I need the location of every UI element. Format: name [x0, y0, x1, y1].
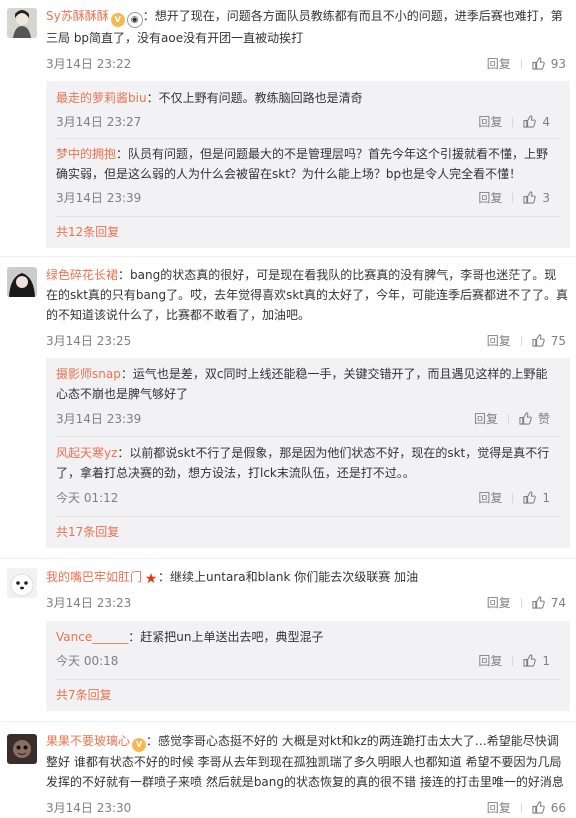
reply-username[interactable]: Vance______ — [56, 630, 128, 644]
comment-meta: 3月14日 23:22 回复 93 — [46, 54, 576, 74]
like-button[interactable]: 1 — [523, 491, 550, 505]
like-button[interactable]: 66 — [532, 801, 566, 815]
comment-meta: 3月14日 23:25 回复 75 — [46, 331, 576, 351]
like-button[interactable]: 1 — [523, 654, 550, 668]
avatar[interactable] — [7, 267, 37, 297]
comment-text: 想开了现在，问题各方面队员教练都有而且不小的问题，进季后赛也难打，第三局 bp简… — [46, 9, 563, 45]
reply-text: 不仅上野有问题。教练脑回路也是清奇 — [158, 91, 363, 105]
reply-username[interactable]: 梦中的拥抱 — [56, 147, 116, 161]
comment-time: 3月14日 23:22 — [46, 57, 132, 71]
reply-button[interactable]: 回复 — [478, 115, 502, 129]
vip-badge-icon: V — [132, 738, 147, 752]
reply-button[interactable]: 回复 — [478, 491, 502, 505]
comment-time: 3月14日 23:25 — [46, 334, 132, 348]
more-replies-link[interactable]: 共12条回复 — [56, 217, 560, 248]
reply-time: 今天 00:18 — [56, 654, 119, 668]
like-button[interactable]: 赞 — [519, 412, 550, 426]
like-button[interactable]: 75 — [532, 334, 566, 348]
reply-text: 赶紧把un上单送出去吧，典型混子 — [140, 630, 324, 644]
reply-time: 3月14日 23:39 — [56, 412, 142, 426]
thumbs-up-icon — [532, 57, 545, 70]
like-button[interactable]: 4 — [523, 115, 550, 129]
reply-item: 梦中的拥抱：队员有问题，但是问题最大的不是管理层吗？首先今年这个引援就看不懂，上… — [56, 139, 560, 217]
thumbs-up-icon — [519, 412, 532, 425]
star-badge-icon: ★ — [144, 571, 158, 587]
reply-item: 最走的萝莉酱biu：不仅上野有问题。教练脑回路也是清奇 3月14日 23:27 … — [56, 81, 560, 139]
like-count: 66 — [550, 801, 566, 815]
comment-text-block: Sy苏酥酥酥 V ◉ ：想开了现在，问题各方面队员教练都有而且不小的问题，进季后赛也难… — [46, 9, 563, 45]
reply-item: 摄影师snap：运气也是差，双c同时上线还能稳一手，关键交错开了，而且遇见这样的… — [56, 358, 560, 437]
comment: Sy苏酥酥酥 V ◉ ：想开了现在，问题各方面队员教练都有而且不小的问题，进季后赛也难… — [0, 0, 576, 257]
comment-username[interactable]: 绿色碎花长裙 — [46, 268, 118, 282]
like-button[interactable]: 3 — [523, 191, 550, 205]
reply-username[interactable]: 摄影师snap — [56, 367, 121, 381]
comment: 我的嘴巴牢如肛门 ★：继续上untara和blank 你们能去次级联赛 加油 3月… — [0, 559, 576, 722]
reply-item: 风起天寒yz：以前都说skt不行了是假象，那是因为他们状态不好，现在的skt，觉… — [56, 437, 560, 517]
like-button[interactable]: 74 — [532, 596, 566, 610]
thumbs-up-icon — [532, 801, 545, 814]
comment-time: 3月14日 23:30 — [46, 801, 132, 815]
reply-list: 最走的萝莉酱biu：不仅上野有问题。教练脑回路也是清奇 3月14日 23:27 … — [46, 81, 570, 248]
thumbs-up-icon — [523, 115, 537, 128]
avatar[interactable] — [7, 568, 37, 598]
avatar[interactable] — [7, 8, 37, 38]
like-count: 93 — [550, 57, 566, 71]
like-count: 1 — [542, 491, 550, 505]
reply-text: 队员有问题，但是问题最大的不是管理层吗？首先今年这个引援就看不懂，上野确实弱，但… — [56, 147, 549, 181]
reply-button[interactable]: 回复 — [487, 596, 511, 610]
reply-text: 以前都说skt不行了是假象，那是因为他们状态不好，现在的skt，觉得是真不行了，… — [56, 446, 550, 480]
reply-button[interactable]: 回复 — [487, 801, 511, 815]
reply-button[interactable]: 回复 — [487, 334, 511, 348]
comment-meta: 3月14日 23:23 回复 74 — [46, 593, 576, 613]
thumbs-up-icon — [523, 191, 537, 204]
comment: 果果不要玻璃心 V ：感觉李哥心态挺不好的 大概是对kt和kz的两连跪打击太大了…希… — [0, 722, 576, 818]
thumbs-up-icon — [523, 654, 537, 667]
comment-text: 继续上untara和blank 你们能去次级联赛 加油 — [170, 570, 419, 584]
avatar[interactable] — [7, 734, 37, 764]
reply-button[interactable]: 回复 — [478, 191, 502, 205]
reply-button[interactable]: 回复 — [474, 412, 498, 426]
reply-time: 3月14日 23:27 — [56, 115, 142, 129]
like-button[interactable]: 93 — [532, 57, 566, 71]
reply-item: Vance______：赶紧把un上单送出去吧，典型混子 今天 00:18 回复… — [56, 621, 560, 680]
like-count: 74 — [550, 596, 566, 610]
more-replies-link[interactable]: 共7条回复 — [56, 680, 560, 711]
like-count: 3 — [542, 191, 550, 205]
comment-username[interactable]: Sy苏酥酥酥 — [46, 9, 109, 23]
like-count: 4 — [542, 115, 550, 129]
vip-badge-icon: V — [110, 13, 125, 27]
reply-username[interactable]: 最走的萝莉酱biu — [56, 91, 147, 105]
thumbs-up-icon — [532, 596, 545, 609]
reply-list: 摄影师snap：运气也是差，双c同时上线还能稳一手，关键交错开了，而且遇见这样的… — [46, 358, 570, 548]
thumbs-up-icon — [523, 491, 537, 504]
like-count: 75 — [550, 334, 566, 348]
comment-actions: 回复 93 — [487, 54, 566, 74]
panda-badge-icon: ◉ — [126, 12, 143, 28]
like-count: 赞 — [537, 412, 550, 426]
comment-meta: 3月14日 23:30 回复 66 — [46, 798, 576, 818]
comment-username[interactable]: 果果不要玻璃心 — [46, 734, 130, 748]
reply-username[interactable]: 风起天寒yz — [56, 446, 117, 460]
reply-list: Vance______：赶紧把un上单送出去吧，典型混子 今天 00:18 回复… — [46, 621, 570, 711]
reply-time: 3月14日 23:39 — [56, 191, 142, 205]
reply-time: 今天 01:12 — [56, 491, 119, 505]
thumbs-up-icon — [532, 334, 545, 347]
reply-button[interactable]: 回复 — [487, 57, 511, 71]
more-replies-link[interactable]: 共17条回复 — [56, 517, 560, 548]
comment: 绿色碎花长裙：bang的状态真的很好，可是现在看我队的比赛真的没有脾气，李哥也迷… — [0, 257, 576, 559]
like-count: 1 — [542, 654, 550, 668]
comment-username[interactable]: 我的嘴巴牢如肛门 — [46, 570, 142, 584]
comment-time: 3月14日 23:23 — [46, 596, 132, 610]
reply-button[interactable]: 回复 — [478, 654, 502, 668]
